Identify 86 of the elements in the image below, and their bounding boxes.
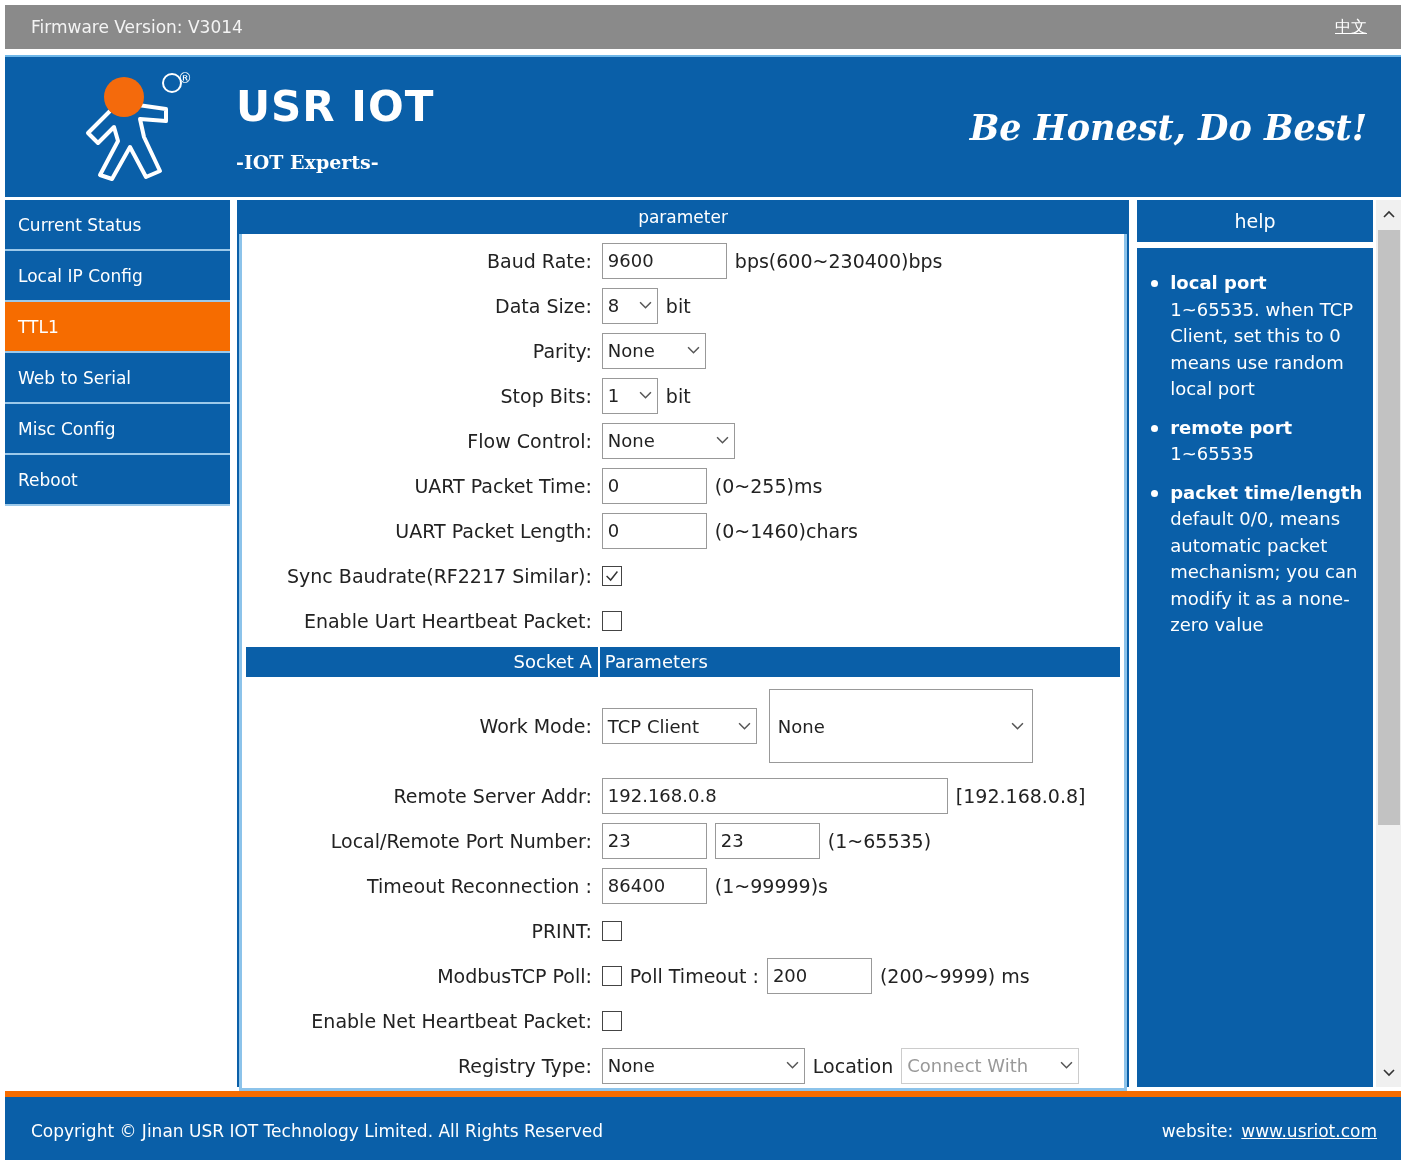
input-field[interactable]: 200 <box>766 957 872 994</box>
help-text: 1~65535 <box>1170 442 1255 466</box>
field-hint: bit <box>665 384 691 407</box>
input-field[interactable]: 0 <box>601 467 707 504</box>
field-label: Timeout Reconnection : <box>366 874 593 897</box>
field-label: Parity: <box>531 339 593 362</box>
checkbox[interactable] <box>601 565 622 586</box>
field-label: UART Packet Length: <box>394 519 593 542</box>
scroll-down-icon[interactable] <box>1382 1069 1395 1077</box>
scrollbar[interactable] <box>1376 200 1401 1087</box>
dropdown[interactable]: None <box>601 422 735 459</box>
field-hint: (0~255)ms <box>714 474 823 497</box>
field-label: Stop Bits: <box>499 384 593 407</box>
input-field[interactable]: 192.168.0.8 <box>601 777 948 814</box>
help-title: local port <box>1170 271 1268 295</box>
copyright-text: Copyright © Jinan USR IOT Technology Limited. All Rights Reserved <box>31 1120 604 1141</box>
firmware-version: Firmware Version: V3014 <box>31 17 243 37</box>
field-label: Registry Type: <box>456 1054 593 1077</box>
input-field[interactable]: 0 <box>601 512 707 549</box>
dropdown[interactable]: 1 <box>601 377 658 414</box>
dropdown[interactable]: TCP Client <box>601 708 757 744</box>
field-label: UART Packet Time: <box>413 474 593 497</box>
slogan: Be Honest, Do Best! <box>969 106 1367 148</box>
field-label: Work Mode: <box>478 715 593 737</box>
caret-icon <box>686 346 700 355</box>
field-hint: (200~9999) ms <box>879 964 1030 987</box>
field-label: Baud Rate: <box>486 249 593 272</box>
caret-icon <box>715 436 729 445</box>
bullet-icon <box>1151 280 1159 287</box>
checkbox[interactable] <box>601 920 622 941</box>
field-label: Sync Baudrate(RF2217 Similar): <box>286 564 593 587</box>
scroll-up-icon[interactable] <box>1382 210 1395 218</box>
field-hint: bps(600~230400)bps <box>734 249 943 272</box>
field-label: Data Size: <box>494 294 593 317</box>
section-label: Socket A <box>245 647 600 677</box>
field-label: Flow Control: <box>466 429 593 452</box>
input-field[interactable]: 23 <box>714 822 820 859</box>
checkbox[interactable] <box>601 610 622 631</box>
bullet-icon <box>1151 424 1159 432</box>
input-field[interactable]: 86400 <box>601 867 707 904</box>
help-text: 1~65535. when TCP Client, set this to 0 means use random local port <box>1170 297 1355 401</box>
field-label: PRINT: <box>530 919 593 942</box>
input-field[interactable]: 23 <box>601 822 707 859</box>
dropdown[interactable]: 8 <box>601 287 658 324</box>
field-label: ModbusTCP Poll: <box>436 964 593 987</box>
brand-name: USR IOT <box>236 81 435 131</box>
field-label: Enable Uart Heartbeat Packet: <box>302 609 593 632</box>
website-link[interactable]: www.usriot.com <box>1241 1120 1377 1141</box>
field-hint: (1~65535) <box>827 829 932 852</box>
field-hint: (0~1460)chars <box>714 519 858 542</box>
sidebar-item[interactable]: Web to Serial <box>5 353 230 404</box>
help-text: default 0/0, means automatic packet mechanism; you can modify it as a none-zero value <box>1170 507 1359 637</box>
caret-icon <box>1060 1061 1074 1070</box>
sidebar-item[interactable]: Reboot <box>5 455 230 506</box>
field-label: Local/Remote Port Number: <box>329 829 593 852</box>
caret-icon <box>1010 721 1024 731</box>
caret-icon <box>737 721 751 731</box>
caret-icon <box>785 1061 799 1070</box>
sidebar-item[interactable]: Current Status <box>5 200 230 251</box>
help-title: packet time/length <box>1170 480 1364 505</box>
panel-header: help <box>1137 200 1374 242</box>
sidebar-item[interactable]: Misc Config <box>5 404 230 455</box>
scrollbar-thumb[interactable] <box>1377 230 1400 825</box>
dropdown[interactable]: None <box>768 689 1033 763</box>
section-title: Parameters <box>603 650 708 674</box>
bullet-icon <box>1151 489 1159 497</box>
brand-tagline: -IOT Experts- <box>236 150 380 173</box>
checkbox[interactable] <box>601 1010 622 1031</box>
sidebar-item[interactable]: Local IP Config <box>5 251 230 302</box>
website-label: website: <box>1161 1120 1234 1141</box>
help-title: remote port <box>1170 415 1293 440</box>
field-hint: (1~99999)s <box>714 874 829 897</box>
caret-icon <box>638 391 652 400</box>
input-field[interactable]: 9600 <box>601 242 727 279</box>
field-hint: [192.168.0.8] <box>955 784 1086 807</box>
dropdown[interactable]: None <box>601 1047 805 1084</box>
field-hint: Poll Timeout : <box>629 964 759 987</box>
field-hint: bit <box>665 294 691 317</box>
caret-icon <box>638 301 652 310</box>
registered-mark: ® <box>178 71 192 85</box>
field-label: Enable Net Heartbeat Packet: <box>310 1009 593 1032</box>
panel-header: parameter <box>238 200 1128 234</box>
dropdown[interactable]: None <box>601 332 706 369</box>
field-hint: Location <box>812 1054 894 1077</box>
checkbox[interactable] <box>601 965 622 986</box>
field-label: Remote Server Addr: <box>392 784 593 807</box>
